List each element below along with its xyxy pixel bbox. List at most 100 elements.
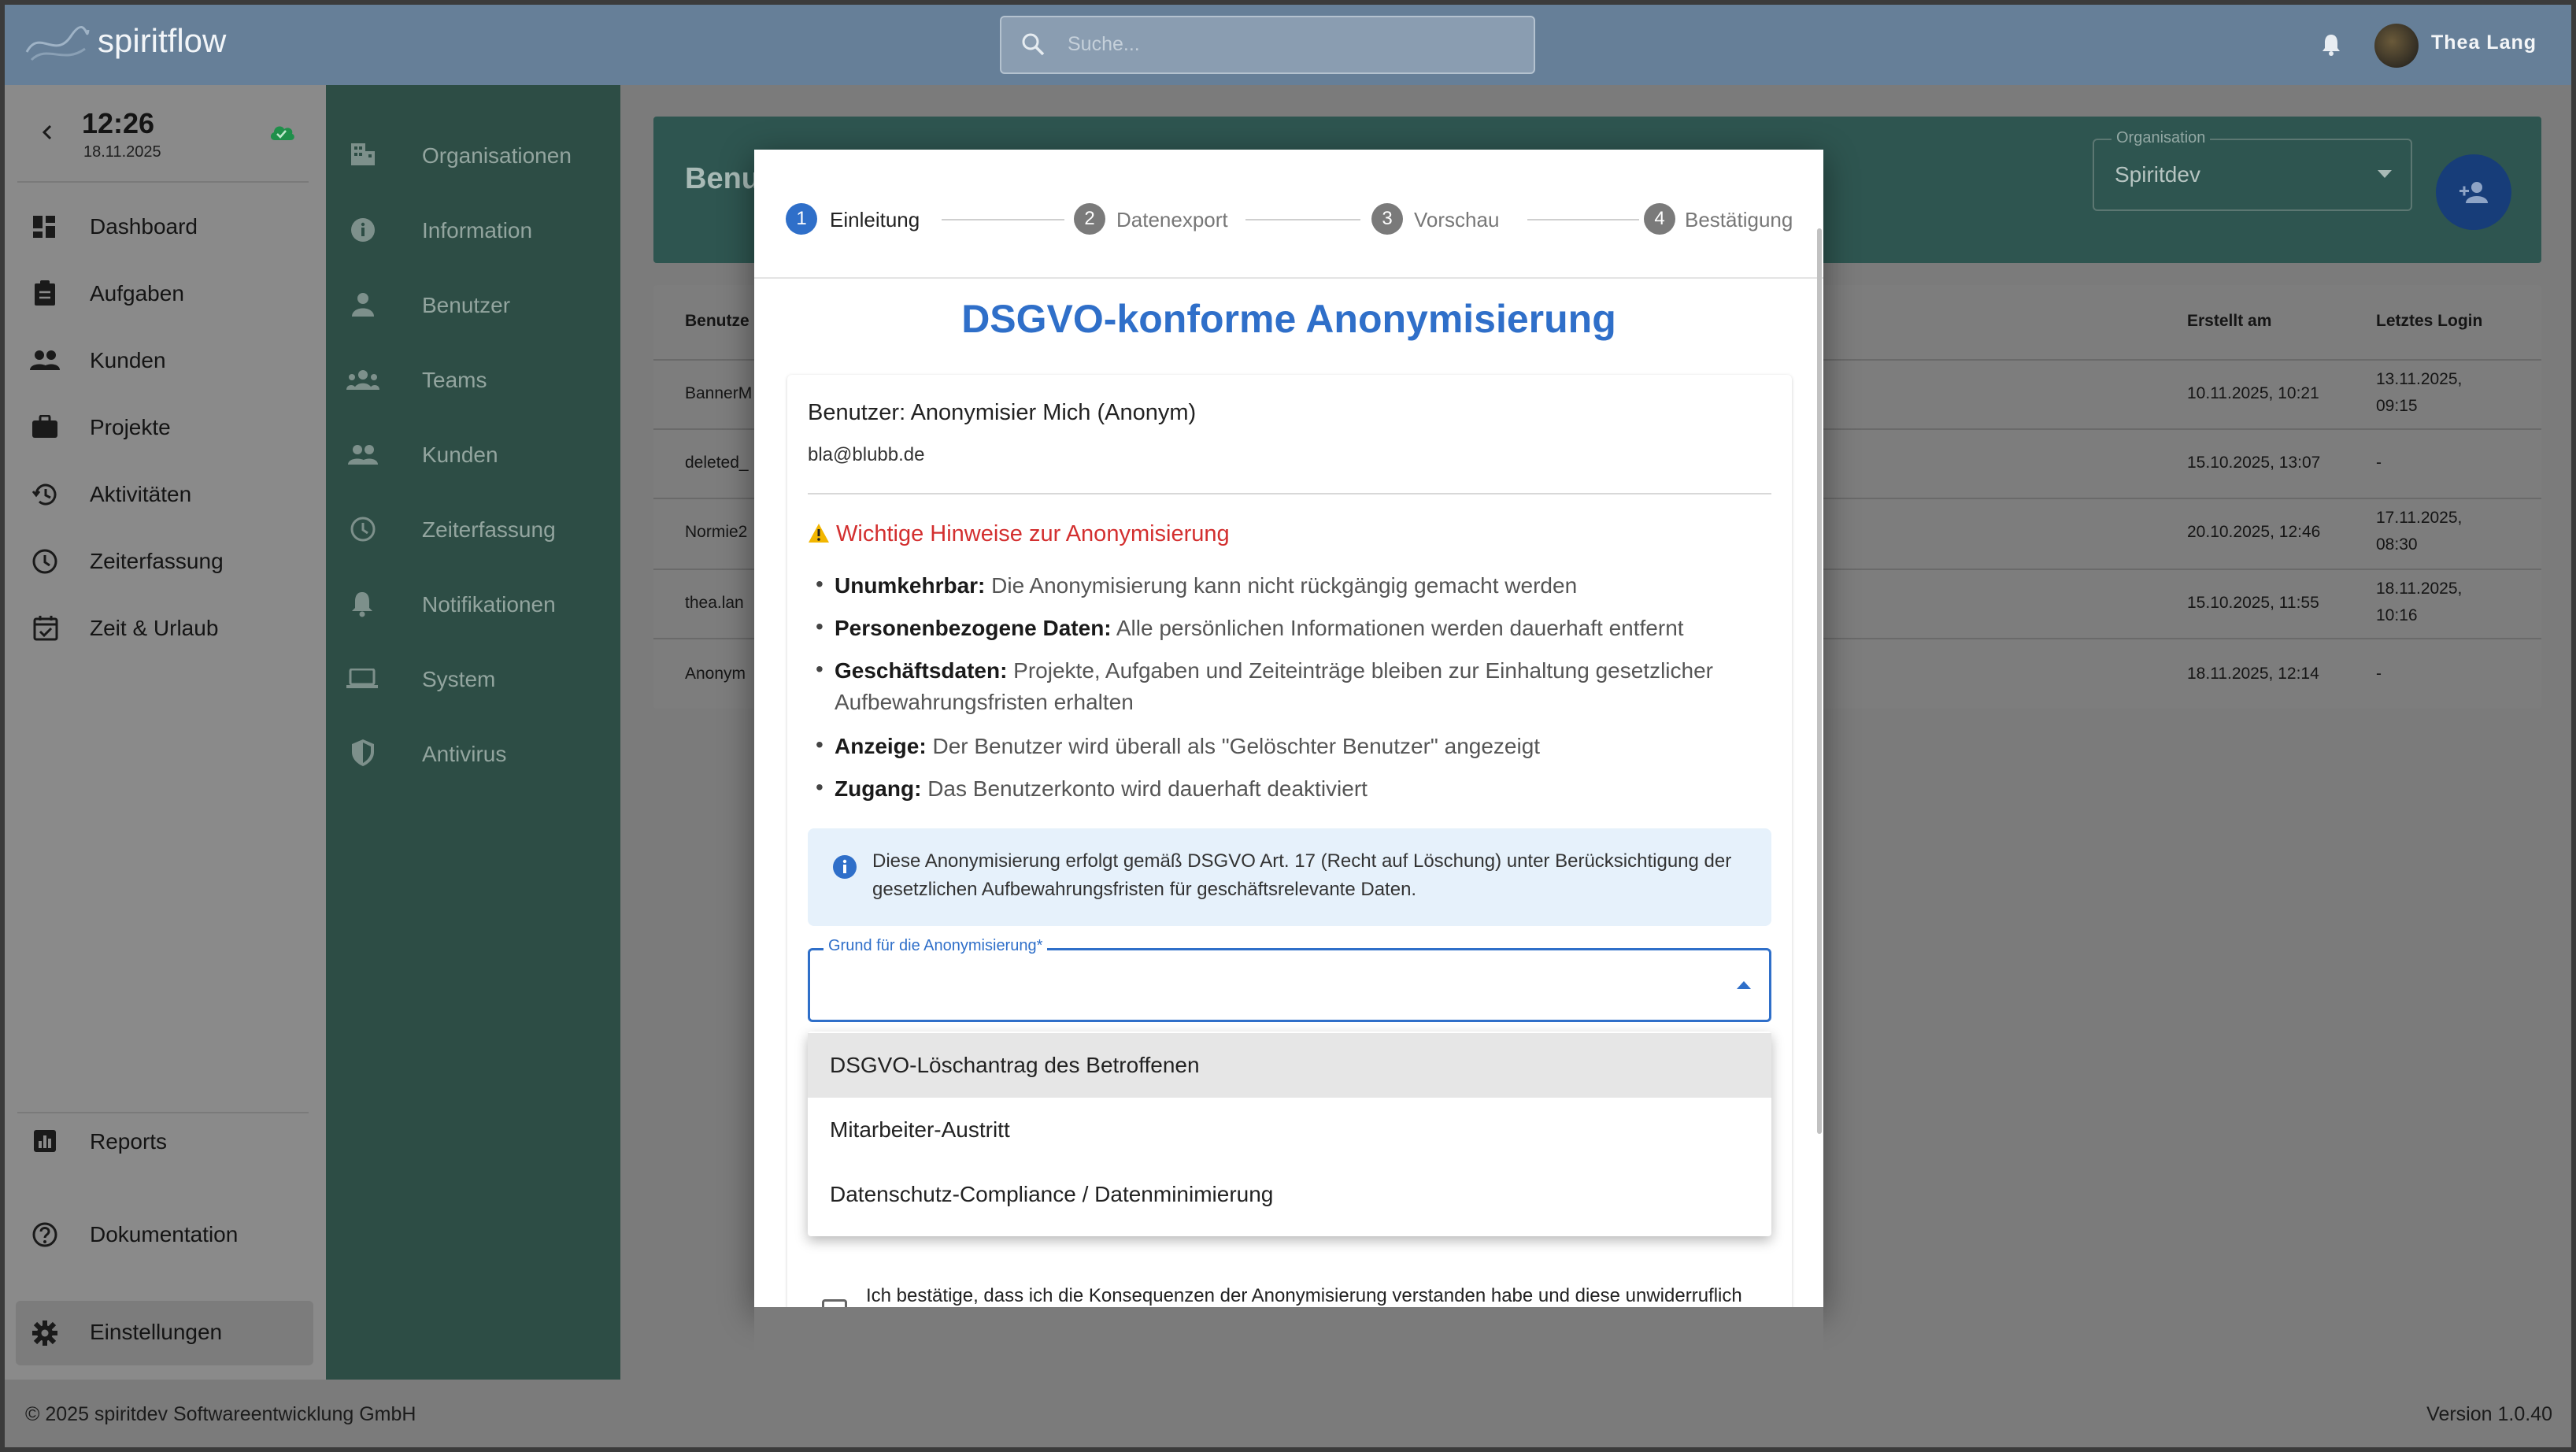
step-label-einleitung[interactable]: Einleitung xyxy=(830,208,920,232)
shield-icon xyxy=(351,739,375,767)
settings-item-label: Organisationen xyxy=(422,143,572,168)
settings-item-notifikationen[interactable]: Notifikationen xyxy=(326,584,620,624)
sidebar-item-label: Dashboard xyxy=(90,214,198,239)
bullet-dot: • xyxy=(816,572,824,596)
step-connector xyxy=(1245,219,1360,220)
sidebar-item-reports[interactable]: Reports xyxy=(16,1121,313,1162)
people-icon xyxy=(348,444,378,465)
column-header-created[interactable]: Erstellt am xyxy=(2187,312,2271,331)
sidebar-item-label: Reports xyxy=(90,1129,168,1154)
sidebar-item-aufgaben[interactable]: Aufgaben xyxy=(16,273,313,314)
settings-item-organisationen[interactable]: Organisationen xyxy=(326,135,620,175)
page-title: Benu xyxy=(685,162,760,195)
organisation-value: Spiritdev xyxy=(2115,162,2200,187)
sidebar-item-dashboard[interactable]: Dashboard xyxy=(16,206,313,247)
building-icon xyxy=(350,142,376,167)
settings-item-information[interactable]: Information xyxy=(326,210,620,250)
table-cell-login: - xyxy=(2376,665,2382,683)
reason-option[interactable]: Datenschutz-Compliance / Datenminimierun… xyxy=(808,1162,1771,1227)
app-name[interactable]: spiritflow xyxy=(98,22,226,60)
settings-item-kunden[interactable]: Kunden xyxy=(326,435,620,474)
step-label-bestaetigung[interactable]: Bestätigung xyxy=(1685,208,1793,232)
bullet-item-heading: Anzeige: xyxy=(835,734,927,758)
table-cell-login-time: 09:15 xyxy=(2376,397,2418,415)
settings-sidebar xyxy=(326,85,620,1380)
bullet-item-text: Die Anonymisierung kann nicht rückgängig… xyxy=(985,573,1578,598)
warning-title: Wichtige Hinweise zur Anonymisierung xyxy=(836,521,1230,546)
content-background xyxy=(754,1307,1823,1380)
bullet-item-heading: Personenbezogene Daten: xyxy=(835,616,1112,640)
table-cell-user: deleted_ xyxy=(685,454,749,472)
reason-select[interactable] xyxy=(808,948,1771,1022)
chart-icon xyxy=(33,1129,57,1153)
settings-item-benutzer[interactable]: Benutzer xyxy=(326,285,620,324)
dialog-scrollbar[interactable] xyxy=(1817,228,1822,1134)
table-cell-created: 15.10.2025, 11:55 xyxy=(2187,594,2319,612)
info-text: Diese Anonymisierung erfolgt gemäß DSGVO… xyxy=(872,850,1732,900)
gear-icon xyxy=(31,1320,58,1346)
bell-icon[interactable] xyxy=(2321,33,2341,57)
caret-up-icon[interactable] xyxy=(1737,981,1751,989)
table-cell-login-time: 08:30 xyxy=(2376,535,2418,554)
settings-item-zeiterfassung[interactable]: Zeiterfassung xyxy=(326,509,620,549)
user-info: Benutzer: Anonymisier Mich (Anonym) xyxy=(808,400,1197,425)
sidebar-item-zeit-urlaub[interactable]: Zeit & Urlaub xyxy=(16,608,313,649)
sidebar-item-aktivitaeten[interactable]: Aktivitäten xyxy=(16,474,313,515)
chevron-left-icon[interactable] xyxy=(39,120,55,145)
table-cell-created: 18.11.2025, 12:14 xyxy=(2187,665,2319,683)
step-label-vorschau[interactable]: Vorschau xyxy=(1414,208,1499,232)
reason-option[interactable]: Mitarbeiter-Austritt xyxy=(808,1098,1771,1162)
reason-option[interactable]: DSGVO-Löschantrag des Betroffenen xyxy=(808,1033,1771,1098)
settings-item-antivirus[interactable]: Antivirus xyxy=(326,734,620,773)
settings-item-teams[interactable]: Teams xyxy=(326,360,620,399)
spiritflow-logo-icon[interactable] xyxy=(24,20,90,66)
table-cell-login-time: 10:16 xyxy=(2376,606,2418,624)
add-user-button[interactable] xyxy=(2436,154,2511,230)
sidebar-item-label: Projekte xyxy=(90,415,171,439)
table-cell-created: 10.11.2025, 10:21 xyxy=(2187,384,2319,402)
step-label-datenexport[interactable]: Datenexport xyxy=(1116,208,1228,232)
step-connector xyxy=(1527,219,1639,220)
avatar[interactable] xyxy=(2374,24,2419,68)
settings-item-system[interactable]: System xyxy=(326,659,620,698)
info-icon xyxy=(350,217,376,243)
calendar-icon xyxy=(33,614,58,641)
table-cell-created: 15.10.2025, 13:07 xyxy=(2187,454,2321,472)
settings-item-label: System xyxy=(422,667,496,691)
bullet-item-text: Das Benutzerkonto wird dauerhaft deaktiv… xyxy=(921,776,1368,801)
sidebar-item-zeiterfassung[interactable]: Zeiterfassung xyxy=(16,541,313,582)
bullet-item-text: Der Benutzer wird überall als "Gelöschte… xyxy=(926,734,1541,758)
sidebar-item-label: Kunden xyxy=(90,348,166,372)
bullet-item: Anzeige: Der Benutzer wird überall als "… xyxy=(835,731,1764,762)
bell-icon xyxy=(351,591,373,617)
sidebar-item-projekte[interactable]: Projekte xyxy=(16,407,313,448)
clipboard-icon xyxy=(33,280,57,306)
sidebar-item-label: Zeiterfassung xyxy=(90,549,224,573)
cloud-sync-icon xyxy=(268,121,296,142)
column-header-last-login[interactable]: Letztes Login xyxy=(2376,312,2482,331)
sidebar-item-einstellungen[interactable]: Einstellungen xyxy=(16,1301,313,1365)
sidebar-item-label: Zeit & Urlaub xyxy=(90,616,219,640)
sidebar-item-label: Aktivitäten xyxy=(90,482,192,506)
table-cell-login: 18.11.2025, xyxy=(2376,580,2463,598)
footer-version: Version 1.0.40 xyxy=(2426,1403,2552,1425)
history-icon xyxy=(31,481,58,508)
help-icon xyxy=(31,1221,58,1248)
clock-time: 12:26 xyxy=(82,107,155,139)
person-add-icon xyxy=(2458,180,2489,205)
bullet-dot: • xyxy=(816,775,824,799)
search-placeholder: Suche... xyxy=(1068,33,1140,55)
step-connector xyxy=(942,219,1064,220)
briefcase-icon xyxy=(31,415,58,439)
sidebar-item-dokumentation[interactable]: Dokumentation xyxy=(16,1214,313,1255)
user-name[interactable]: Thea Lang xyxy=(2431,31,2537,54)
bullet-item: Zugang: Das Benutzerkonto wird dauerhaft… xyxy=(835,773,1764,805)
people-icon xyxy=(30,350,60,370)
sidebar-divider xyxy=(17,181,309,183)
column-header-user[interactable]: Benutze xyxy=(685,312,749,331)
reason-select-label: Grund für die Anonymisierung* xyxy=(824,937,1048,955)
team-icon xyxy=(346,369,379,390)
sidebar-item-kunden[interactable]: Kunden xyxy=(16,340,313,381)
user-email: bla@blubb.de xyxy=(808,444,925,465)
table-cell-created: 20.10.2025, 12:46 xyxy=(2187,523,2321,541)
